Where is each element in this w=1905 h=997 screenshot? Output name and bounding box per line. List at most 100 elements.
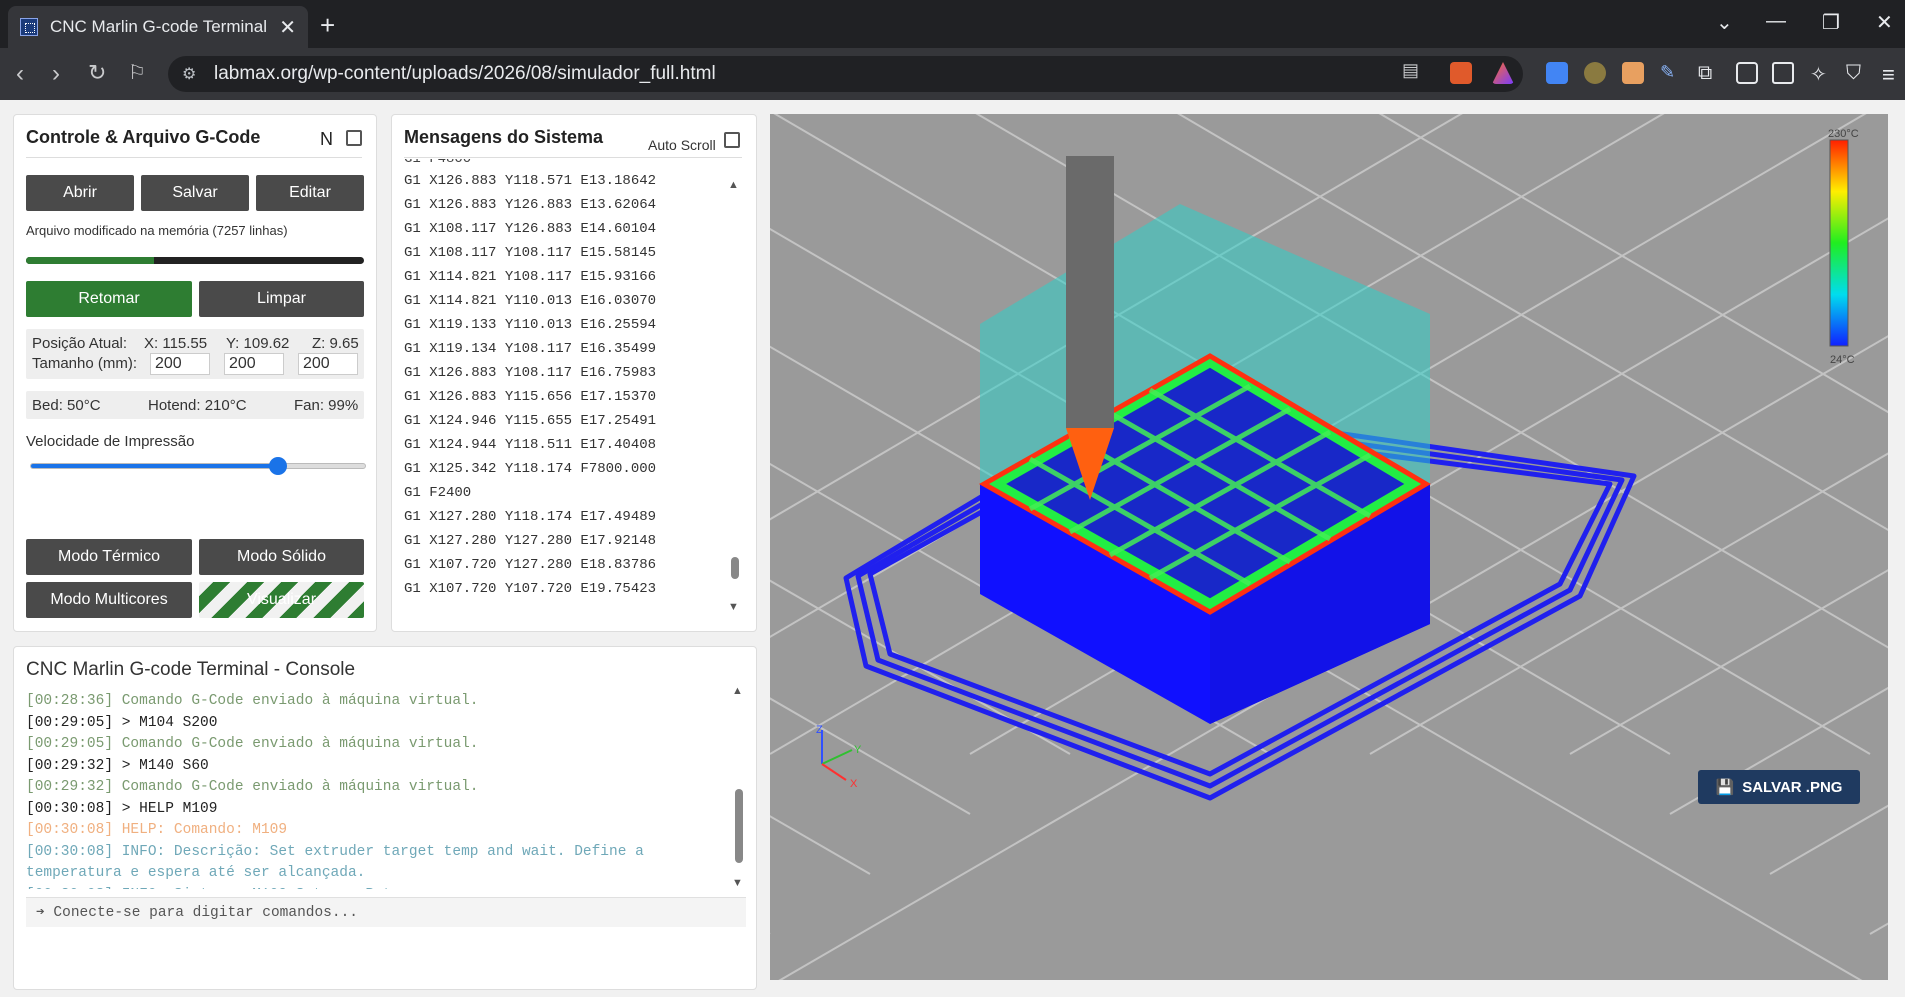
site-info-icon[interactable]: ⚙ (182, 64, 196, 84)
size-z-input[interactable]: 200 (298, 353, 358, 375)
url-text: labmax.org/wp-content/uploads/2026/08/si… (214, 63, 716, 84)
message-line: G1 X119.133 Y110.013 E16.25594 (404, 317, 657, 333)
console-scroll-up-icon[interactable]: ▲ (732, 685, 743, 697)
browser-toolbar: ‹ › ↻ ⚐ ⚙ labmax.org/wp-content/uploads/… (0, 48, 1905, 100)
progress-fill (26, 257, 155, 264)
size-x-input[interactable]: 200 (150, 353, 210, 375)
vpn-icon[interactable]: ⛉ (1846, 62, 1868, 84)
browser-tab[interactable]: CNC Marlin G-code Terminal ✕ (8, 6, 308, 48)
message-line: G1 X124.946 Y115.655 E17.25491 (404, 413, 657, 429)
back-icon[interactable]: ‹ (16, 60, 24, 88)
extension-orange-icon[interactable] (1622, 62, 1644, 84)
restore-icon[interactable]: ❐ (1822, 10, 1840, 35)
console-line: [00:30:08] INFO: Descrição: Set extruder… (26, 843, 653, 882)
wallet-icon[interactable] (1772, 62, 1794, 84)
size-y-input[interactable]: 200 (224, 353, 284, 375)
edit-button[interactable]: Editar (256, 175, 364, 211)
extension-shield-icon[interactable] (1584, 62, 1606, 84)
position-z: Z: 9.65 (312, 335, 359, 352)
message-line: G1 X126.883 Y108.117 E16.75983 (404, 365, 657, 381)
visualize-button[interactable]: Visualizar (199, 582, 364, 618)
forward-icon[interactable]: › (52, 60, 60, 88)
position-x: X: 115.55 (144, 335, 208, 352)
autoscroll-checkbox[interactable] (724, 132, 740, 148)
console-scrollbar-thumb[interactable] (735, 789, 743, 863)
reader-mode-icon[interactable]: ▤ (1402, 60, 1419, 81)
console-line: [00:29:32] > M140 S60 (26, 757, 209, 774)
tab-title: CNC Marlin G-code Terminal (50, 17, 267, 36)
tab-search-icon[interactable]: ⌄ (1716, 10, 1733, 35)
control-panel: Controle & Arquivo G-Code N Abrir Salvar… (13, 114, 377, 632)
leo-ai-icon[interactable]: ✧ (1810, 62, 1832, 86)
minimize-icon[interactable]: — (1766, 10, 1786, 33)
console-line: [00:29:05] Comando G-Code enviado à máqu… (26, 736, 479, 752)
speed-fill (31, 464, 279, 468)
scroll-down-icon[interactable]: ▼ (728, 601, 739, 613)
extensions-icon[interactable]: ⧉ (1698, 62, 1720, 84)
speed-slider[interactable] (30, 457, 366, 475)
multicolor-mode-button[interactable]: Modo Multicores (26, 582, 192, 618)
console-line: [00:29:05] > M104 S200 (26, 714, 218, 731)
console-line: [00:30:08] HELP: Comando: M109 (26, 822, 288, 838)
title-divider (26, 157, 362, 158)
hotend-temp: Hotend: 210°C (148, 397, 247, 414)
save-button[interactable]: Salvar (141, 175, 249, 211)
console-title: CNC Marlin G-code Terminal - Console (26, 659, 356, 680)
message-line: G1 X124.944 Y118.511 E17.40408 (404, 437, 657, 453)
messages-panel: Mensagens do Sistema Auto Scroll G1 F480… (391, 114, 757, 632)
message-line: G1 X107.720 Y127.280 E18.83786 (404, 557, 657, 573)
close-tab-icon[interactable]: ✕ (279, 15, 296, 40)
progress-bar (26, 257, 364, 264)
axis-x-label: X (850, 778, 858, 790)
speed-thumb[interactable] (269, 457, 288, 475)
temperature-box: Bed: 50°C Hotend: 210°C Fan: 99% (26, 391, 364, 419)
bed-temp: Bed: 50°C (32, 397, 101, 414)
console-line: [00:30:08] INFO: Sintaxe: M109 S<temp> R… (26, 885, 726, 890)
window-close-icon[interactable]: ✕ (1876, 10, 1893, 35)
axis-y-label: Y (854, 744, 862, 756)
clear-button[interactable]: Limpar (199, 281, 364, 317)
console-command-input[interactable]: ➔ Conecte-se para digitar comandos... (26, 897, 746, 927)
3d-scene (770, 114, 1888, 980)
message-line-partial: G1 F4800 (404, 159, 472, 167)
floppy-icon: 💾 (1715, 779, 1735, 796)
address-bar[interactable]: ⚙ labmax.org/wp-content/uploads/2026/08/… (168, 56, 1523, 92)
autoscroll-label: Auto Scroll (648, 137, 716, 153)
message-line: G1 X108.117 Y126.883 E14.60104 (404, 221, 657, 237)
pen-icon[interactable]: ✎ (1660, 62, 1682, 84)
reload-icon[interactable]: ↻ (88, 60, 106, 86)
save-png-button[interactable]: 💾 SALVAR .PNG (1698, 770, 1860, 804)
file-status: Arquivo modificado na memória (7257 linh… (26, 223, 288, 238)
brave-shield-icon[interactable] (1450, 62, 1472, 84)
message-line: G1 X114.821 Y108.117 E15.93166 (404, 269, 657, 285)
position-label: Posição Atual: (32, 335, 128, 352)
message-line: G1 X119.134 Y108.117 E16.35499 (404, 341, 657, 357)
open-button[interactable]: Abrir (26, 175, 134, 211)
message-line: G1 X125.342 Y118.174 F7800.000 (404, 461, 657, 477)
speed-label: Velocidade de Impressão (26, 433, 195, 450)
message-line: G1 X114.821 Y110.013 E16.03070 (404, 293, 657, 309)
thermal-mode-button[interactable]: Modo Térmico (26, 539, 192, 575)
size-label: Tamanho (mm): (32, 355, 138, 372)
message-line: G1 F2400 (404, 485, 472, 501)
message-line: G1 X127.280 Y118.174 E17.49489 (404, 509, 657, 525)
bookmark-icon[interactable]: ⚐ (128, 60, 146, 85)
scroll-up-icon[interactable]: ▲ (728, 179, 739, 191)
menu-icon[interactable]: ≡ (1882, 62, 1904, 87)
resume-button[interactable]: Retomar (26, 281, 192, 317)
translate-icon[interactable] (1546, 62, 1568, 84)
n-label: N (320, 129, 333, 149)
message-line: G1 X127.280 Y127.280 E17.92148 (404, 533, 657, 549)
3d-viewer[interactable]: 230°C 24°C Z Y X 💾 SALVAR .PNG (770, 114, 1888, 980)
solid-mode-button[interactable]: Modo Sólido (199, 539, 364, 575)
messages-log: G1 F4800 G1 X126.883 Y118.571 E13.18642 G… (404, 159, 704, 621)
n-checkbox[interactable] (346, 130, 362, 146)
console-scroll-down-icon[interactable]: ▼ (732, 877, 743, 889)
temperature-scale-bar (1829, 139, 1849, 347)
messages-scrollbar-thumb[interactable] (731, 557, 739, 579)
new-tab-icon[interactable]: + (320, 10, 335, 41)
temp-min-label: 24°C (1830, 354, 1855, 366)
page-content: Controle & Arquivo G-Code N Abrir Salvar… (0, 100, 1905, 997)
sidebar-icon[interactable] (1736, 62, 1758, 84)
message-line: G1 X126.883 Y115.656 E17.15370 (404, 389, 657, 405)
